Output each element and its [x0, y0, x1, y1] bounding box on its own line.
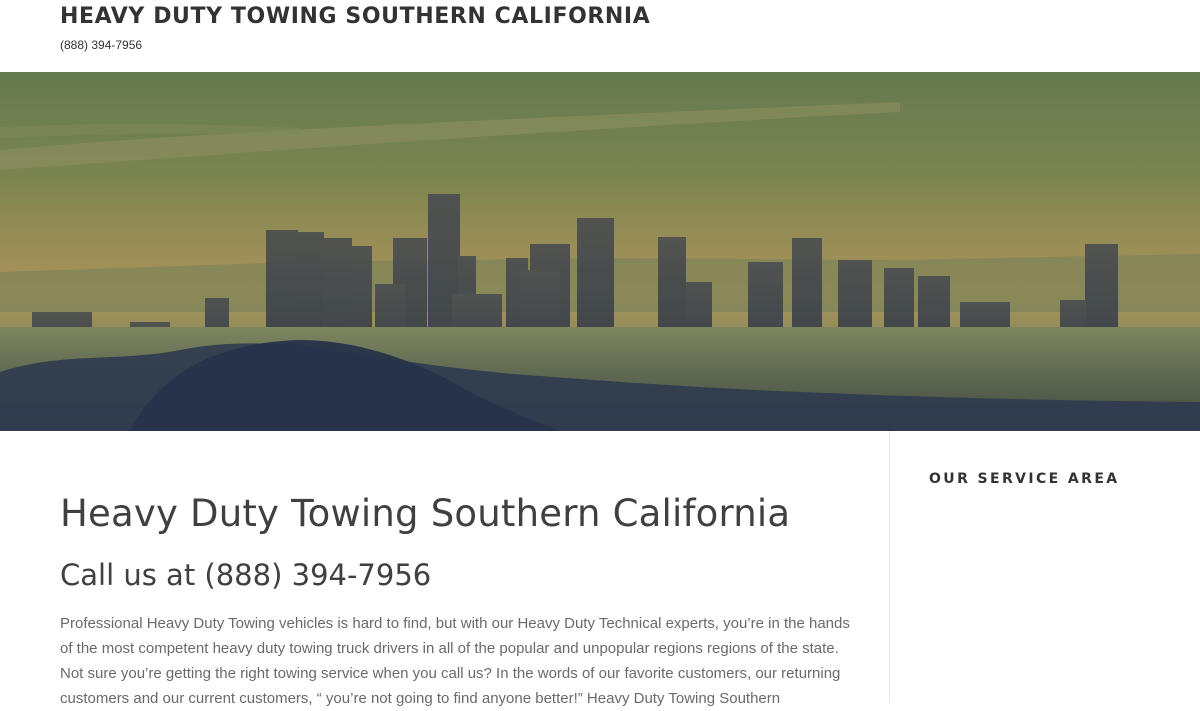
hero-image	[0, 72, 1200, 431]
page-heading: Heavy Duty Towing Southern California	[60, 492, 791, 535]
call-us-heading: Call us at (888) 394-7956	[60, 558, 432, 592]
service-area-widget-title: OUR SERVICE AREA	[929, 471, 1120, 487]
site-header: HEAVY DUTY TOWING SOUTHERN CALIFORNIA (8…	[0, 0, 1200, 72]
city-skyline-image	[0, 72, 1200, 431]
site-title-link[interactable]: HEAVY DUTY TOWING SOUTHERN CALIFORNIA	[60, 4, 650, 29]
intro-paragraph: Professional Heavy Duty Towing vehicles …	[60, 615, 850, 707]
site-phone: (888) 394-7956	[60, 38, 143, 52]
